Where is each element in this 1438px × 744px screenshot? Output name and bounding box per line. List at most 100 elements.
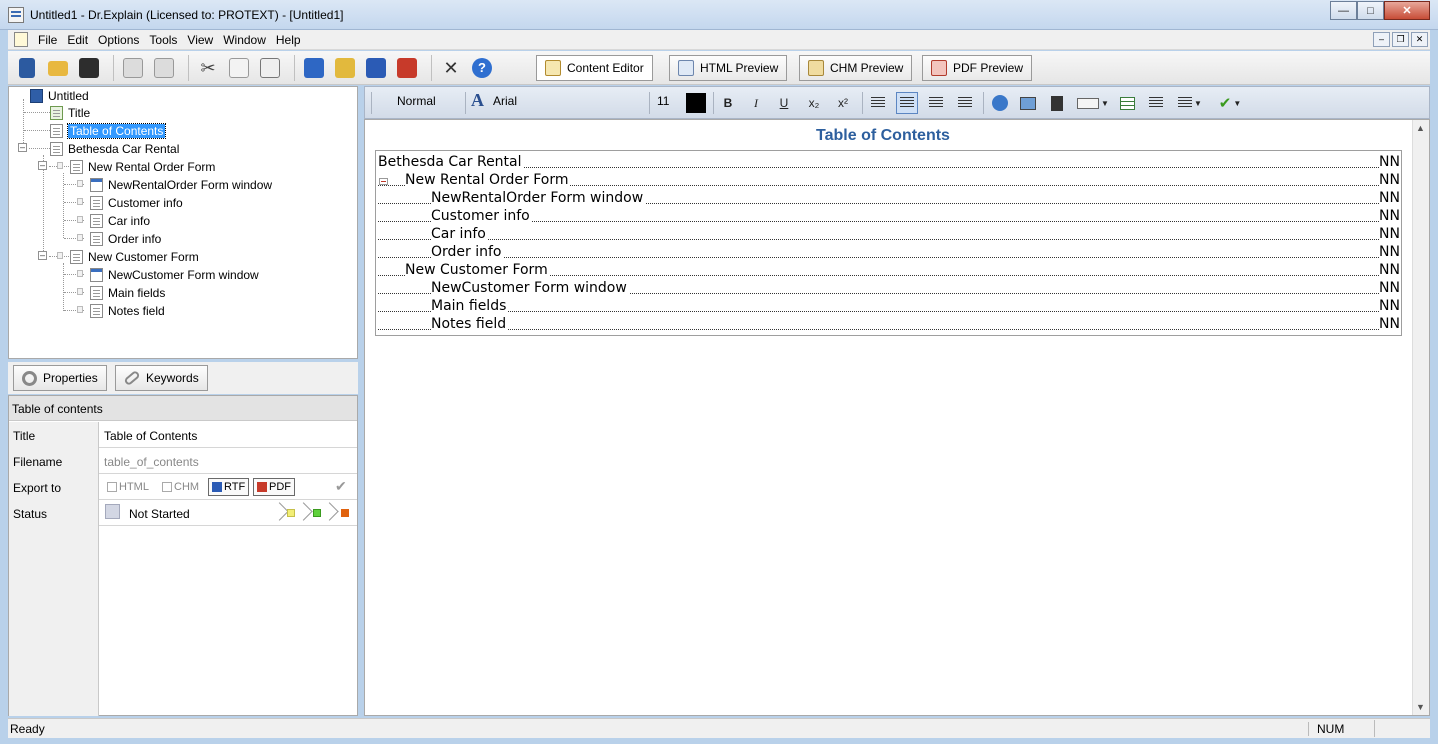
export-chm-toggle[interactable]: CHM xyxy=(159,478,202,496)
mdi-minimize-button[interactable]: – xyxy=(1373,32,1390,47)
insert-topic-icon[interactable] xyxy=(151,55,177,81)
expander-bethesda[interactable]: – xyxy=(18,143,27,152)
tab-content-editor[interactable]: Content Editor xyxy=(536,55,653,81)
open-folder-icon[interactable] xyxy=(45,55,71,81)
tree-node-title[interactable]: Title xyxy=(50,104,90,121)
toc-entry[interactable]: NewCustomer Form window NN xyxy=(376,280,1401,298)
toc-entry[interactable]: Notes field NN xyxy=(376,316,1401,334)
tree-node-order-info[interactable]: Order info xyxy=(90,230,161,247)
tree-node-bethesda[interactable]: Bethesda Car Rental xyxy=(50,140,179,157)
bullet-list-button[interactable] xyxy=(1145,92,1167,114)
tab-properties[interactable]: Properties xyxy=(13,365,107,391)
help-icon[interactable]: ? xyxy=(469,55,495,81)
export-html-toggle[interactable]: HTML xyxy=(104,478,152,496)
paste-icon[interactable] xyxy=(257,55,283,81)
italic-button[interactable]: I xyxy=(745,92,767,114)
insert-link-button[interactable] xyxy=(989,92,1011,114)
export-rtf-toggle[interactable]: RTF xyxy=(208,478,250,496)
bold-button[interactable]: B xyxy=(717,92,739,114)
gear-icon xyxy=(22,370,37,386)
tree-node-rental-order-window[interactable]: NewRentalOrder Form window xyxy=(90,176,272,193)
tab-html-preview[interactable]: HTML Preview xyxy=(669,55,788,81)
new-project-icon[interactable] xyxy=(14,55,40,81)
menu-file[interactable]: File xyxy=(38,33,57,47)
filename-field[interactable]: table_of_contents xyxy=(104,455,199,469)
expander-rental-order[interactable]: – xyxy=(38,161,47,170)
tree-node-notes-field[interactable]: Notes field xyxy=(90,302,165,319)
tree-node-new-customer-form[interactable]: New Customer Form xyxy=(70,248,199,265)
align-left-button[interactable] xyxy=(867,92,889,114)
menu-view[interactable]: View xyxy=(187,33,213,47)
menu-edit[interactable]: Edit xyxy=(67,33,88,47)
add-topic-icon[interactable] xyxy=(120,55,146,81)
check-all-icon[interactable]: ✔ xyxy=(335,478,347,495)
align-center-button[interactable] xyxy=(896,92,918,114)
title-field[interactable]: Table of Contents xyxy=(104,429,197,443)
export-pdf-toggle[interactable]: PDF xyxy=(253,478,295,496)
status-bar: Ready NUM xyxy=(8,718,1430,738)
menu-window[interactable]: Window xyxy=(223,33,266,47)
subscript-button[interactable]: x₂ xyxy=(803,92,825,114)
toc-entry[interactable]: New Rental Order Form NN xyxy=(376,172,1401,190)
font-size-select[interactable]: 11 xyxy=(657,94,669,108)
collapse-marker-icon[interactable] xyxy=(379,178,388,185)
export-html-icon[interactable] xyxy=(301,55,327,81)
toc-entry[interactable]: Car info NN xyxy=(376,226,1401,244)
justify-button[interactable] xyxy=(954,92,976,114)
font-select[interactable]: Arial xyxy=(493,94,517,108)
minimize-button[interactable]: — xyxy=(1330,1,1357,20)
editor-scrollbar[interactable]: ▲ ▼ xyxy=(1412,120,1429,715)
toc-entry[interactable]: Order info NN xyxy=(376,244,1401,262)
mdi-close-button[interactable]: ✕ xyxy=(1411,32,1428,47)
export-pdf-icon[interactable] xyxy=(394,55,420,81)
pdf-icon xyxy=(257,482,267,492)
spellcheck-button[interactable]: ✔ ▼ xyxy=(1213,92,1247,114)
tree-node-car-info[interactable]: Car info xyxy=(90,212,150,229)
toc-entry[interactable]: NewRentalOrder Form window NN xyxy=(376,190,1401,208)
save-icon[interactable] xyxy=(76,55,102,81)
tools-icon[interactable]: ✕ xyxy=(438,55,464,81)
insert-video-button[interactable] xyxy=(1046,92,1068,114)
project-tree[interactable]: – – – Untitled Title Table of Contents B… xyxy=(8,86,358,359)
toc-entry[interactable]: Customer info NN xyxy=(376,208,1401,226)
underline-button[interactable]: U xyxy=(773,92,795,114)
toc-entry[interactable]: New Customer Form NN xyxy=(376,262,1401,280)
scroll-down-icon[interactable]: ▼ xyxy=(1416,702,1425,712)
status-value[interactable]: Not Started xyxy=(129,507,190,521)
tab-pdf-preview[interactable]: PDF Preview xyxy=(922,55,1033,81)
insert-image-button[interactable] xyxy=(1017,92,1039,114)
document-icon[interactable] xyxy=(14,32,28,47)
style-select[interactable]: Normal xyxy=(397,94,436,108)
menu-options[interactable]: Options xyxy=(98,33,139,47)
mdi-restore-button[interactable]: ❐ xyxy=(1392,32,1409,47)
expander-new-customer[interactable]: – xyxy=(38,251,47,260)
tree-node-rental-order-form[interactable]: New Rental Order Form xyxy=(70,158,215,175)
menu-help[interactable]: Help xyxy=(276,33,301,47)
tab-chm-preview[interactable]: CHM Preview xyxy=(799,55,913,81)
align-right-button[interactable] xyxy=(925,92,947,114)
cut-icon[interactable]: ✂ xyxy=(195,55,221,81)
tree-node-new-customer-window[interactable]: NewCustomer Form window xyxy=(90,266,259,283)
toc-entry[interactable]: Bethesda Car Rental NN xyxy=(376,154,1401,172)
export-rtf-icon[interactable] xyxy=(363,55,389,81)
scroll-up-icon[interactable]: ▲ xyxy=(1416,123,1425,133)
export-chm-icon[interactable] xyxy=(332,55,358,81)
font-color-button[interactable] xyxy=(685,92,707,114)
close-button[interactable]: ✕ xyxy=(1384,1,1430,20)
tree-node-customer-info[interactable]: Customer info xyxy=(90,194,183,211)
status-orange[interactable] xyxy=(341,509,349,517)
insert-variable-button[interactable]: ▼ xyxy=(1076,92,1110,114)
html-preview-icon xyxy=(678,60,694,76)
tab-keywords[interactable]: Keywords xyxy=(115,365,208,391)
superscript-button[interactable]: x² xyxy=(832,92,854,114)
tree-node-main-fields[interactable]: Main fields xyxy=(90,284,165,301)
tree-node-table-of-contents[interactable]: Table of Contents xyxy=(50,122,167,139)
content-editor[interactable]: Table of Contents Bethesda Car Rental NN… xyxy=(364,119,1430,716)
copy-icon[interactable] xyxy=(226,55,252,81)
menu-tools[interactable]: Tools xyxy=(149,33,177,47)
maximize-button[interactable]: □ xyxy=(1357,1,1384,20)
tree-node-root[interactable]: Untitled xyxy=(30,87,89,104)
insert-table-button[interactable] xyxy=(1116,92,1138,114)
toc-entry[interactable]: Main fields NN xyxy=(376,298,1401,316)
numbered-list-button[interactable]: ▼ xyxy=(1173,92,1207,114)
